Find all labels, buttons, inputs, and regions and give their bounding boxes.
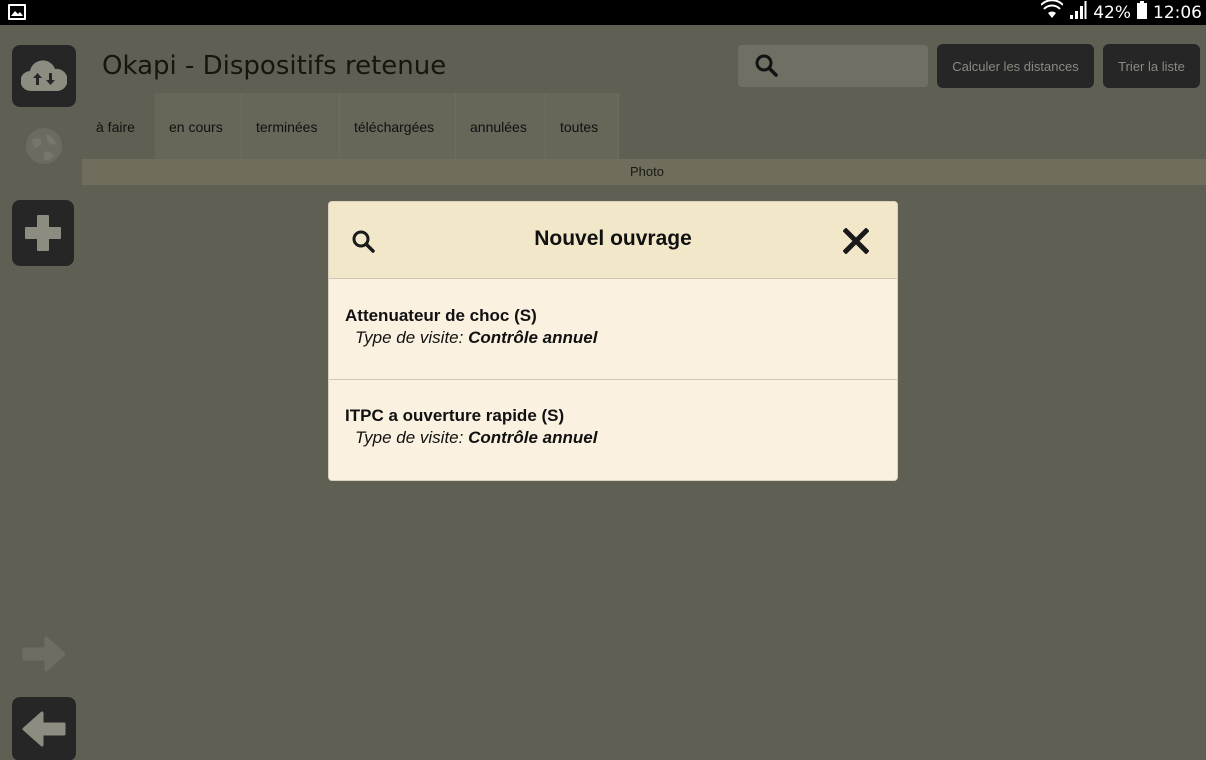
- search-icon: [755, 54, 778, 77]
- battery-percent: 42%: [1093, 2, 1131, 23]
- globe-icon: [26, 128, 62, 164]
- item-name: Attenuateur de choc (S): [345, 306, 537, 325]
- back-button[interactable]: [12, 697, 76, 760]
- battery-icon: [1137, 1, 1147, 24]
- tab-annulees[interactable]: annulées: [456, 93, 546, 159]
- status-bar: 42% 12:06: [0, 0, 1206, 25]
- tab-a-faire[interactable]: à faire: [82, 93, 155, 159]
- tab-bar: à faire en cours terminées téléchargées …: [82, 93, 619, 159]
- new-structure-dialog: Nouvel ouvrage Attenuateur de choc (S) T…: [329, 202, 897, 480]
- clock: 12:06: [1153, 2, 1202, 23]
- add-button[interactable]: [12, 200, 74, 266]
- list-item[interactable]: Attenuateur de choc (S) Type de visite: …: [329, 280, 897, 380]
- page-title: Okapi - Dispositifs retenue: [102, 51, 447, 81]
- tab-en-cours[interactable]: en cours: [155, 93, 242, 159]
- signal-icon: [1069, 1, 1087, 24]
- close-icon[interactable]: [843, 228, 869, 254]
- cloud-sync-icon: [21, 60, 67, 92]
- dialog-title: Nouvel ouvrage: [534, 227, 692, 250]
- arrow-right-icon: [22, 636, 66, 672]
- sync-button[interactable]: [12, 45, 76, 107]
- left-rail: [0, 25, 82, 760]
- globe-button[interactable]: [12, 115, 76, 177]
- app-header: Okapi - Dispositifs retenue Calculer les…: [82, 25, 1206, 93]
- tab-telechargees[interactable]: téléchargées: [340, 93, 456, 159]
- tab-terminees[interactable]: terminées: [242, 93, 340, 159]
- item-visit-type: Type de visite: Contrôle annuel: [355, 328, 598, 347]
- wifi-icon: [1040, 0, 1064, 25]
- arrow-left-icon: [22, 711, 66, 747]
- sort-list-button[interactable]: Trier la liste: [1103, 44, 1200, 88]
- picture-icon: [8, 4, 26, 20]
- calculate-distances-button[interactable]: Calculer les distances: [937, 44, 1094, 88]
- column-header: Photo: [82, 159, 1206, 185]
- list-item[interactable]: ITPC a ouverture rapide (S) Type de visi…: [329, 380, 897, 480]
- dialog-header: Nouvel ouvrage: [329, 202, 897, 279]
- item-visit-type: Type de visite: Contrôle annuel: [355, 428, 598, 447]
- next-button[interactable]: [12, 623, 76, 685]
- column-header-photo: Photo: [630, 164, 664, 179]
- plus-icon: [25, 215, 61, 251]
- tab-toutes[interactable]: toutes: [546, 93, 619, 159]
- item-name: ITPC a ouverture rapide (S): [345, 406, 565, 425]
- search-input[interactable]: [738, 45, 928, 87]
